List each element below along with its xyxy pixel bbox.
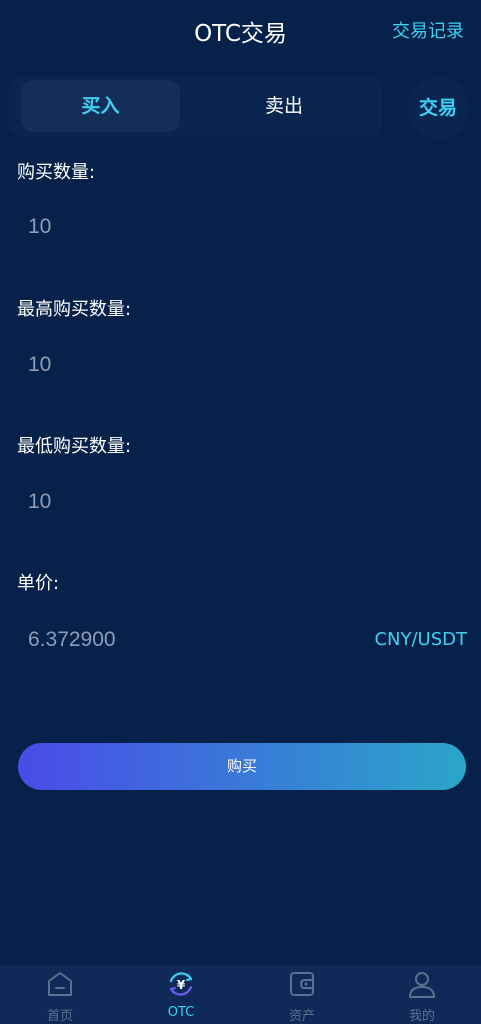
nav-item-me[interactable]: 我的 [362, 965, 481, 1024]
price-unit: CNY/USDT [374, 629, 467, 650]
buy-button[interactable]: 购买 [18, 743, 466, 790]
nav-item-home[interactable]: 首页 [0, 965, 120, 1024]
nav-item-assets[interactable]: 资产 [242, 965, 362, 1024]
price-label: 单价: [17, 573, 60, 594]
trade-button[interactable]: 交易 [407, 77, 469, 139]
trade-record-link[interactable]: 交易记录 [392, 17, 464, 43]
bottom-nav: 首页 ¥ OTC 资产 我的 [0, 965, 481, 1024]
min-quantity-label: 最低购买数量: [17, 436, 132, 457]
nav-item-otc[interactable]: ¥ OTC [121, 965, 241, 1024]
min-quantity-input[interactable]: 10 [28, 490, 51, 514]
nav-label-me: 我的 [408, 1009, 435, 1024]
nav-label-otc: OTC [167, 1005, 195, 1020]
otc-trade-page: OTC交易 交易记录 买入 卖出 交易 购买数量: 10 最高购买数量: 10 … [0, 0, 481, 1024]
header: OTC交易 交易记录 [0, 0, 481, 58]
quantity-input[interactable]: 10 [28, 215, 51, 239]
yuan-exchange-icon: ¥ [169, 972, 193, 996]
nav-label-assets: 资产 [288, 1009, 315, 1024]
max-quantity-input[interactable]: 10 [28, 353, 51, 377]
buy-sell-tabs: 买入 卖出 [8, 76, 382, 136]
tab-buy[interactable]: 买入 [21, 80, 180, 132]
user-icon [409, 972, 435, 998]
nav-label-home: 首页 [46, 1009, 73, 1024]
price-value: 6.372900 [28, 628, 116, 651]
wallet-icon [290, 972, 314, 996]
quantity-label: 购买数量: [17, 162, 96, 183]
tab-sell[interactable]: 卖出 [208, 80, 360, 132]
home-icon [48, 972, 72, 996]
svg-text:¥: ¥ [177, 978, 186, 992]
max-quantity-label: 最高购买数量: [17, 299, 132, 320]
